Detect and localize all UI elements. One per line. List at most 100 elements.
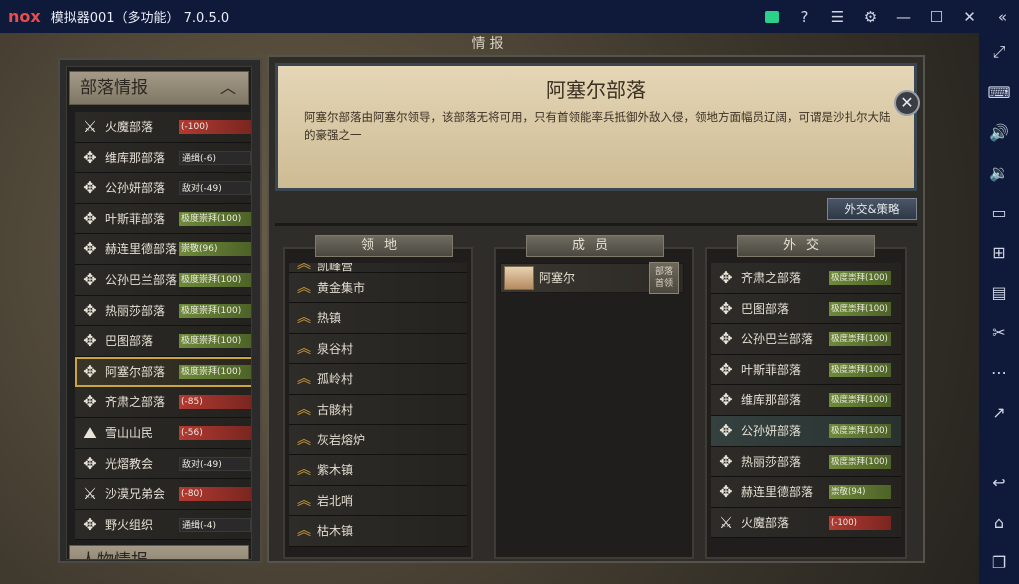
- chevron-up-icon: ︿: [219, 78, 236, 97]
- status-badge: 极度崇拜(100): [179, 211, 251, 226]
- status-badge: 通缉(-6): [179, 150, 251, 165]
- tribe-name: 齐肃之部落: [741, 271, 802, 285]
- status-badge: 极度崇拜(100): [829, 393, 891, 408]
- status-badge: 极度崇拜(100): [829, 362, 891, 377]
- home-icon[interactable]: ⌂: [979, 507, 1019, 537]
- tribe-list-item[interactable]: ⚔ 沙漠兄弟会 (-80): [75, 479, 251, 510]
- territory-name: 热镇: [317, 311, 342, 326]
- more-icon[interactable]: ⋯: [979, 357, 1019, 387]
- tribe-list-item[interactable]: ✥ 齐肃之部落 (-85): [75, 387, 251, 418]
- tribe-intel-section-title: 部落情报: [80, 78, 148, 98]
- diplomacy-item[interactable]: ✥ 齐肃之部落 极度崇拜(100): [711, 263, 901, 294]
- volume-up-icon[interactable]: 🔊: [979, 117, 1019, 147]
- status-badge: 极度崇拜(100): [829, 423, 891, 438]
- emulator-sidebar: ⤢ ⌨ 🔊 🔉 ▭ ⊞ ▤ ✂ ⋯ ↗ ↩ ⌂ ❐: [979, 33, 1019, 584]
- tribe-emblem-icon: ✥: [83, 514, 97, 534]
- section-divider: [275, 223, 917, 226]
- territory-name: 凯峰营: [317, 263, 354, 273]
- tribe-name: 维库那部落: [105, 150, 166, 165]
- back-icon[interactable]: ↩: [979, 467, 1019, 497]
- diplomacy-item[interactable]: ⚔ 火魔部落 (-100): [711, 507, 901, 539]
- tribe-list-item[interactable]: ✥ 维库那部落 通缉(-6): [75, 142, 251, 174]
- recent-apps-icon[interactable]: ❐: [979, 547, 1019, 577]
- collapse-sidebar-icon[interactable]: «: [986, 0, 1019, 33]
- diplomacy-item[interactable]: ✥ 公孙妍部落 极度崇拜(100): [711, 415, 901, 447]
- diplomacy-item[interactable]: ✥ 热丽莎部落 极度崇拜(100): [711, 446, 901, 478]
- keyboard-mapping-icon[interactable]: ⌨: [979, 77, 1019, 107]
- character-intel-section-header[interactable]: 人物情报 ︿: [69, 545, 249, 559]
- territory-item[interactable]: ︽ 枯木镇: [289, 516, 467, 547]
- diplomacy-item[interactable]: ✥ 赫连里德部落 崇敬(94): [711, 477, 901, 508]
- maximize-icon[interactable]: ☐: [920, 0, 953, 33]
- territory-item[interactable]: ︽ 热镇: [289, 303, 467, 334]
- settings-gear-icon[interactable]: ⚙: [854, 0, 887, 33]
- multi-instance-icon[interactable]: ▤: [979, 277, 1019, 307]
- diplomacy-item[interactable]: ✥ 巴图部落 极度崇拜(100): [711, 293, 901, 325]
- territory-item[interactable]: ︽ 古骸村: [289, 394, 467, 425]
- diplomacy-item[interactable]: ✥ 叶斯菲部落 极度崇拜(100): [711, 354, 901, 386]
- tribe-name: 热丽莎部落: [105, 303, 166, 318]
- menu-icon[interactable]: ☰: [821, 0, 854, 33]
- tribe-list-item[interactable]: ✥ 公孙巴兰部落 极度崇拜(100): [75, 264, 251, 296]
- status-badge: (-100): [829, 515, 891, 530]
- tribe-emblem-icon: ✥: [83, 331, 97, 351]
- territory-item[interactable]: ︽ 岩北哨: [289, 485, 467, 517]
- status-badge: 极度崇拜(100): [829, 301, 891, 316]
- tribe-name: 野火组织: [105, 517, 154, 532]
- tribe-list-item[interactable]: ✥ 阿塞尔部落 极度崇拜(100): [75, 356, 251, 388]
- rank-chevron-icon: ︽: [297, 462, 311, 479]
- tribe-list-item[interactable]: ✥ 叶斯菲部落 极度崇拜(100): [75, 203, 251, 235]
- tribe-list-item[interactable]: ✥ 光熠教会 敌对(-49): [75, 448, 251, 480]
- diplomacy-item[interactable]: ✥ 维库那部落 极度崇拜(100): [711, 385, 901, 416]
- territory-name: 泉谷村: [317, 341, 354, 356]
- member-row[interactable]: 阿塞尔 部落 首领: [500, 262, 684, 294]
- install-apk-icon[interactable]: ⊞: [979, 237, 1019, 267]
- diplomacy-strategy-button[interactable]: 外交&策略: [827, 198, 917, 220]
- status-badge: 极度崇拜(100): [829, 271, 891, 285]
- tribe-emblem-icon: ✥: [83, 178, 97, 198]
- tribe-name: 赫连里德部落: [105, 242, 178, 257]
- assistant-icon[interactable]: [755, 0, 788, 33]
- status-badge: 崇敬(96): [179, 242, 251, 257]
- territory-name: 紫木镇: [317, 463, 354, 478]
- territory-item[interactable]: ︽ 泉谷村: [289, 333, 467, 365]
- volume-down-icon[interactable]: 🔉: [979, 157, 1019, 187]
- tribe-emblem-icon: ✥: [83, 300, 97, 320]
- share-icon[interactable]: ↗: [979, 397, 1019, 427]
- close-window-icon[interactable]: ✕: [953, 0, 986, 33]
- leader-tag-line1: 部落: [654, 267, 673, 277]
- tribe-title: 阿塞尔部落: [546, 78, 646, 102]
- tribe-intel-section-header[interactable]: 部落情报 ︿: [69, 71, 249, 105]
- tribe-list-item[interactable]: ✥ 赫连里德部落 崇敬(96): [75, 234, 251, 265]
- tribe-list-item[interactable]: ✥ 野火组织 通缉(-4): [75, 509, 251, 541]
- tribe-list: ⚔ 火魔部落 (-100) ✥ 维库那部落 通缉(-6) ✥ 公孙妍部落 敌对(-49) ✥ 叶斯菲…: [75, 112, 251, 541]
- tribe-name: 公孙巴兰部落: [105, 272, 178, 287]
- diplomacy-item[interactable]: ✥ 公孙巴兰部落 极度崇拜(100): [711, 324, 901, 355]
- tribe-list-item[interactable]: ⚔ 火魔部落 (-100): [75, 112, 251, 143]
- screen-icon[interactable]: ▭: [979, 197, 1019, 227]
- territory-item[interactable]: ︽ 紫木镇: [289, 455, 467, 486]
- tribe-list-item[interactable]: ✥ 巴图部落 极度崇拜(100): [75, 326, 251, 357]
- member-name: 阿塞尔: [539, 271, 576, 285]
- character-intel-section-title: 人物情报: [80, 551, 148, 559]
- close-button[interactable]: ✕: [894, 90, 920, 116]
- territory-item[interactable]: ︽ 凯峰营: [289, 263, 467, 273]
- territory-name: 古骸村: [317, 402, 354, 417]
- territory-item[interactable]: ︽ 黄金集市: [289, 273, 467, 304]
- tribe-name: 巴图部落: [741, 301, 790, 316]
- territory-item[interactable]: ︽ 孤岭村: [289, 364, 467, 395]
- help-icon[interactable]: ?: [788, 0, 821, 33]
- minimize-icon[interactable]: —: [887, 0, 920, 33]
- tribe-emblem-icon: ✥: [83, 269, 97, 289]
- tribe-name: 热丽莎部落: [741, 454, 802, 469]
- fullscreen-icon[interactable]: ⤢: [979, 37, 1019, 67]
- territory-item[interactable]: ︽ 灰岩熔炉: [289, 424, 467, 456]
- tribe-list-item[interactable]: ⛰ 雪山山民 (-56): [75, 417, 251, 449]
- scissors-icon[interactable]: ✂: [979, 317, 1019, 347]
- tribe-intel-inner: 部落情报 ︿ ⚔ 火魔部落 (-100) ✥ 维库那部落 通缉(-6) ✥ 公孙妍部落 敌对(-…: [66, 66, 252, 560]
- tribe-name: 公孙巴兰部落: [741, 332, 814, 347]
- tribe-list-item[interactable]: ✥ 公孙妍部落 敌对(-49): [75, 173, 251, 204]
- status-badge: 敌对(-49): [179, 181, 251, 196]
- tribe-list-item[interactable]: ✥ 热丽莎部落 极度崇拜(100): [75, 295, 251, 327]
- tribe-name: 维库那部落: [741, 393, 802, 408]
